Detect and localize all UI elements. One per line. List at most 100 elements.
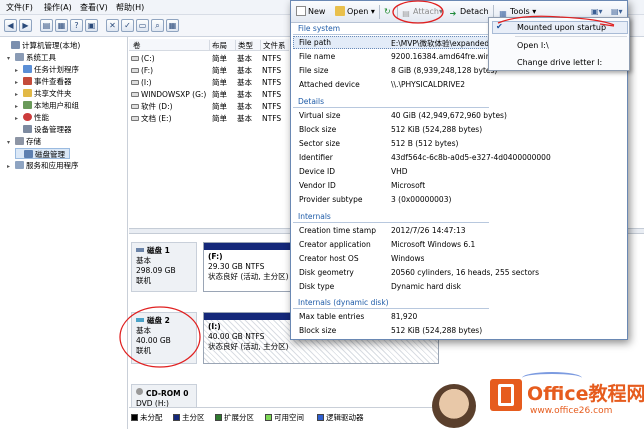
row-value[interactable]: 9200.16384.amd64fre.win8_r <box>391 52 491 61</box>
grid-view-icon[interactable]: ▦ <box>166 19 179 32</box>
tree-item-task-scheduler[interactable]: ▸ 任务计划程序 <box>15 64 79 75</box>
column-volume[interactable]: 卷 <box>131 40 141 51</box>
legend-extended: 扩展分区 <box>215 412 254 423</box>
search-icon[interactable]: ⌕ <box>151 19 164 32</box>
help-icon[interactable]: ? <box>70 19 83 32</box>
shared-folder-icon <box>23 89 32 97</box>
row-value[interactable]: 81,920 <box>391 312 417 321</box>
section-internals: Internals <box>298 212 331 221</box>
attach-button[interactable]: ▤ Attach <box>401 6 439 19</box>
folder-icon[interactable]: ▤ <box>40 19 53 32</box>
detach-button[interactable]: ➔ Detach <box>448 6 489 19</box>
grid-icon[interactable]: ▦ <box>55 19 68 32</box>
menu-action[interactable]: 操作(A) <box>44 2 72 13</box>
new-button[interactable]: New <box>296 6 325 17</box>
row-key: File path <box>299 38 331 47</box>
tools-icon <box>15 53 24 61</box>
row-value[interactable]: 512 B (512 bytes) <box>391 139 458 148</box>
row-key: Sector size <box>299 139 341 148</box>
row-key: Block size <box>299 326 337 335</box>
section-details: Details <box>298 97 325 106</box>
row-key: Creation time stamp <box>299 226 376 235</box>
legend-free-space: 可用空间 <box>265 412 304 423</box>
forward-icon[interactable]: ▶ <box>19 19 32 32</box>
menu-item-change-drive-letter[interactable]: Change drive letter I: <box>517 58 602 67</box>
row-value[interactable]: E:\MVP\微软体验\expandedV <box>391 38 491 49</box>
clock-icon <box>23 65 32 73</box>
tree-item-shared-folders[interactable]: ▸ 共享文件夹 <box>15 88 72 99</box>
row-value[interactable]: Microsoft Windows 6.1 <box>391 240 475 249</box>
row-value[interactable]: 43df564c-6c8b-a0d5-e327-4d0400000000 <box>391 153 551 162</box>
folder-open-icon[interactable]: ▭ <box>136 19 149 32</box>
column-layout[interactable]: 布局 <box>209 40 235 51</box>
row-value[interactable]: 2012/7/26 14:47:13 <box>391 226 466 235</box>
disk-1-label[interactable]: 磁盘 1 基本 298.09 GB 联机 <box>131 242 197 292</box>
event-log-icon <box>23 77 32 85</box>
section-file-system: File system <box>298 24 341 33</box>
row-value[interactable]: 512 KiB (524,288 bytes) <box>391 125 482 134</box>
menu-file[interactable]: 文件(F) <box>6 2 33 13</box>
tree-item-services-apps[interactable]: ▸ 服务和应用程序 <box>7 160 79 171</box>
row-key: Creator host OS <box>299 254 359 263</box>
table-row[interactable]: 软件 (D:) 简单 基本 NTFS <box>129 101 289 112</box>
menu-item-mounted-upon-startup[interactable]: Mounted upon startup <box>517 23 606 32</box>
row-value[interactable]: Microsoft <box>391 181 425 190</box>
refresh-icon[interactable]: ↻ <box>384 6 391 17</box>
close-icon[interactable]: ✕ <box>106 19 119 32</box>
disk-legend: 未分配 主分区 扩展分区 可用空间 逻辑驱动器 <box>129 407 459 429</box>
watermark-url: www.office26.com <box>530 406 613 416</box>
open-button[interactable]: Open ▾ <box>335 6 375 17</box>
cdrom-label[interactable]: CD-ROM 0 DVD (H:) <box>131 384 197 408</box>
storage-icon <box>15 137 24 145</box>
help-icon[interactable]: ▣▾ <box>591 6 603 17</box>
row-key: Creator application <box>299 240 371 249</box>
table-row[interactable]: 文档 (E:) 简单 基本 NTFS <box>129 113 289 124</box>
row-key: Disk geometry <box>299 268 354 277</box>
menu-help[interactable]: 帮助(H) <box>116 2 144 13</box>
new-file-icon <box>296 6 306 16</box>
row-key: Device ID <box>299 167 336 176</box>
row-value[interactable]: \\.\PHYSICALDRIVE2 <box>391 80 465 89</box>
table-row[interactable]: WINDOWSXP (G:) 简单 基本 NTFS <box>129 89 289 100</box>
row-value[interactable]: 20560 cylinders, 16 heads, 255 sectors <box>391 268 539 277</box>
row-value[interactable]: Dynamic hard disk <box>391 282 461 291</box>
row-value[interactable]: VHD <box>391 167 408 176</box>
tree-item-event-viewer[interactable]: ▸ 事件查看器 <box>15 76 72 87</box>
properties-icon[interactable]: ▣ <box>85 19 98 32</box>
column-type[interactable]: 类型 <box>235 40 260 51</box>
row-value[interactable]: Windows <box>391 254 424 263</box>
device-manager-icon <box>23 125 32 133</box>
tree-item-device-manager[interactable]: 设备管理器 <box>15 124 72 135</box>
table-row[interactable]: (F:) 简单 基本 NTFS <box>129 65 289 76</box>
volume-list-header: 卷 布局 类型 文件系 <box>129 39 289 51</box>
table-row[interactable]: (I:) 简单 基本 NTFS <box>129 77 289 88</box>
row-key: Identifier <box>299 153 333 162</box>
vhd-disk-icon <box>136 318 144 322</box>
section-internals-dynamic: Internals (dynamic disk) <box>298 298 389 307</box>
users-icon <box>23 101 32 109</box>
tree-item-computer-management[interactable]: 计算机管理(本地) <box>3 40 80 51</box>
disk-2-label[interactable]: 磁盘 2 基本 40.00 GB 联机 <box>131 312 197 364</box>
row-key: Max table entries <box>299 312 365 321</box>
column-filesystem[interactable]: 文件系 <box>260 40 289 51</box>
menu-item-open-drive[interactable]: Open I:\ <box>517 41 549 50</box>
menu-view[interactable]: 查看(V) <box>80 2 108 13</box>
tree-item-disk-management[interactable]: 磁盘管理 <box>15 148 70 159</box>
volume-list: 卷 布局 类型 文件系 (C:) 简单 基本 NTFS (F:) 简单 基本 NTFS … <box>129 37 289 227</box>
row-value[interactable]: 512 KiB (524,288 bytes) <box>391 326 482 335</box>
check-icon[interactable]: ✓ <box>121 19 134 32</box>
tree-item-system-tools[interactable]: ▾ 系统工具 <box>7 52 56 63</box>
tree-item-performance[interactable]: ▸ 性能 <box>15 112 49 123</box>
about-icon[interactable]: ▤▾ <box>611 6 623 17</box>
row-value[interactable]: 8 GiB (8,939,248,128 bytes) <box>391 66 497 75</box>
row-value[interactable]: 3 (0x00000003) <box>391 195 451 204</box>
tools-dropdown-menu: ✔ Mounted upon startup Open I:\ Change d… <box>488 17 630 71</box>
table-row[interactable]: (C:) 简单 基本 NTFS <box>129 53 289 64</box>
back-icon[interactable]: ◀ <box>4 19 17 32</box>
row-value[interactable]: 40 GiB (42,949,672,960 bytes) <box>391 111 507 120</box>
row-key: Attached device <box>299 80 360 89</box>
tree-item-storage[interactable]: ▾ 存储 <box>7 136 41 147</box>
tree-item-local-users[interactable]: ▸ 本地用户和组 <box>15 100 79 111</box>
row-key: Virtual size <box>299 111 341 120</box>
row-key: Disk type <box>299 282 335 291</box>
